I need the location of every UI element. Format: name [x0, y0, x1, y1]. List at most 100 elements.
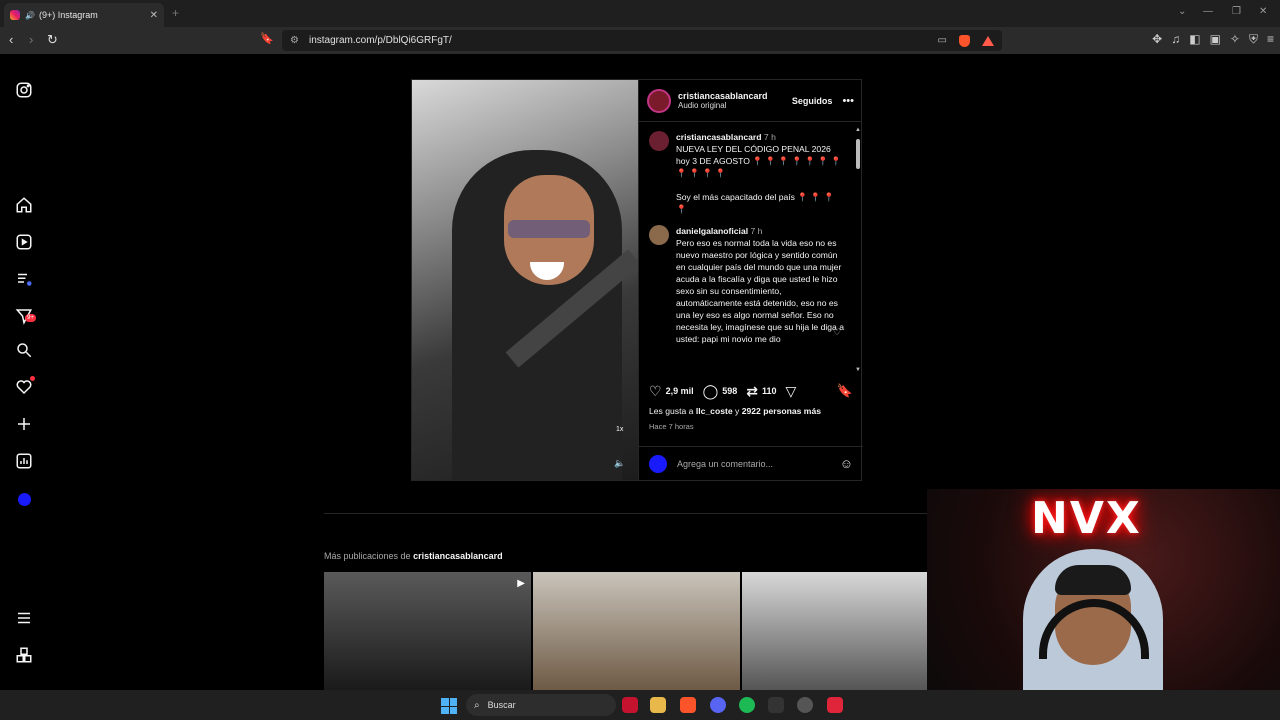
profile-avatar[interactable] [14, 489, 34, 509]
new-tab-button[interactable]: + [172, 6, 179, 20]
comment-time: 7 h [750, 226, 763, 236]
post-time: Hace 7 horas [649, 422, 694, 431]
comment-text: NUEVA LEY DEL CÓDIGO PENAL 2026 hoy 3 DE… [676, 144, 842, 178]
more-options-icon[interactable]: ••• [842, 95, 854, 107]
taskbar-search[interactable]: ⌕ Buscar [466, 694, 616, 716]
vpn-icon[interactable]: ⛨ [1249, 32, 1258, 47]
brave-shields-icon[interactable] [959, 34, 970, 47]
comment-bubble-icon[interactable]: ◯ [703, 383, 719, 400]
reel-video[interactable]: 1x 🔈 [412, 80, 638, 480]
comment-text: Pero eso es normal toda la vida eso no e… [676, 238, 845, 344]
post-panel: cristiancasablancard Audio original Segu… [638, 80, 863, 480]
tab-instagram[interactable]: 🔊 (9+) Instagram ✕ [4, 3, 164, 27]
notification-badge: 9+ [25, 314, 36, 322]
neon-sign: NVX [1031, 493, 1142, 544]
comment-text-2: Soy el más capacitado del país 📍 📍 📍 📍 [676, 192, 835, 214]
comment-item: cristiancasablancard 7 h NUEVA LEY DEL C… [649, 131, 845, 215]
author-username[interactable]: cristiancasablancard [678, 91, 768, 101]
also-from-meta-icon[interactable] [14, 645, 34, 665]
comment-like-icon[interactable]: ♡ [833, 327, 841, 338]
comment-time: 7 h [763, 132, 776, 142]
likes-count[interactable]: 2,9 mil [666, 386, 694, 396]
close-window-icon[interactable]: ✕ [1259, 6, 1267, 17]
author-avatar[interactable] [647, 88, 671, 113]
divider [324, 513, 927, 514]
app-icon[interactable] [768, 697, 784, 713]
comment-username[interactable]: cristiancasablancard [676, 132, 762, 142]
playback-speed-button[interactable]: 1x [616, 426, 623, 433]
tab-search-icon[interactable]: ⌄ [1178, 6, 1186, 17]
share-icon[interactable]: ▽ [786, 383, 797, 400]
repost-icon[interactable]: ⇄ [746, 383, 758, 400]
minimize-icon[interactable]: — [1203, 6, 1213, 17]
search-icon[interactable] [14, 340, 34, 360]
comment-input[interactable]: Agrega un comentario... [677, 459, 773, 469]
menu-icon[interactable]: ≡ [1267, 32, 1274, 47]
comment-avatar[interactable] [649, 225, 669, 245]
windows-start-icon[interactable] [441, 698, 457, 714]
comments-list[interactable]: cristiancasablancard 7 h NUEVA LEY DEL C… [639, 123, 855, 373]
reels-icon[interactable] [14, 232, 34, 252]
post-header: cristiancasablancard Audio original Segu… [639, 80, 862, 122]
more-posts-user[interactable]: cristiancasablancard [413, 551, 503, 561]
home-icon[interactable] [14, 195, 34, 215]
leo-ai-icon[interactable]: ✧ [1230, 32, 1240, 47]
streamer-webcam: NVX [927, 489, 1280, 720]
save-bookmark-icon[interactable]: 🔖 [837, 383, 853, 399]
youtube-icon[interactable] [622, 697, 638, 713]
spotify-icon[interactable] [739, 697, 755, 713]
notification-dot [30, 376, 35, 381]
create-plus-icon[interactable] [14, 414, 34, 434]
feed-icon[interactable] [14, 269, 34, 289]
emoji-icon[interactable]: ☺ [840, 456, 853, 471]
more-posts-heading: Más publicaciones de cristiancasablancar… [324, 551, 503, 561]
reload-icon[interactable]: ↻ [47, 32, 58, 48]
comment-username[interactable]: danielgalanoficial [676, 226, 748, 236]
brave-rewards-icon[interactable] [982, 35, 994, 46]
obs-icon[interactable] [797, 697, 813, 713]
brave-icon[interactable] [680, 697, 696, 713]
extensions-icon[interactable]: ✥ [1152, 32, 1162, 47]
url-text: instagram.com/p/DblQi6GRFgT/ [308, 35, 452, 46]
music-icon[interactable]: ♫ [1171, 32, 1180, 47]
liked-by-user[interactable]: llc_coste [696, 406, 733, 416]
volume-icon[interactable]: 🔈 [614, 458, 625, 469]
comments-count[interactable]: 598 [722, 386, 737, 396]
audio-playing-icon[interactable]: 🔊 [25, 11, 35, 20]
close-tab-icon[interactable]: ✕ [150, 10, 158, 21]
address-bar[interactable]: ⚙ instagram.com/p/DblQi6GRFgT/ ▭ [282, 30, 1002, 51]
more-post-thumbnail[interactable] [742, 572, 927, 690]
bookmark-icon[interactable]: 🔖 [260, 32, 274, 45]
cast-icon[interactable]: ▭ [938, 35, 947, 46]
more-menu-icon[interactable] [14, 608, 34, 628]
recording-app-icon[interactable] [827, 697, 843, 713]
site-info-icon[interactable]: ⚙ [290, 35, 299, 46]
following-button[interactable]: Seguidos [792, 96, 833, 106]
add-comment-bar[interactable]: Agrega un comentario... ☺ [639, 446, 863, 480]
user-avatar [649, 454, 667, 473]
liked-by[interactable]: Les gusta a llc_coste y 2922 personas má… [649, 406, 853, 416]
more-post-thumbnail[interactable]: ▶ [324, 572, 531, 690]
reel-icon: ▶ [517, 578, 525, 589]
instagram-logo-icon[interactable] [14, 80, 34, 100]
liked-by-rest[interactable]: 2922 personas más [742, 406, 821, 416]
reposts-count[interactable]: 110 [762, 386, 777, 396]
wallet-icon[interactable]: ▣ [1210, 32, 1221, 47]
like-heart-icon[interactable]: ♡ [649, 383, 662, 400]
back-icon[interactable]: ‹ [9, 32, 13, 47]
forward-icon[interactable]: › [29, 32, 33, 47]
comments-scrollbar[interactable]: ▲ ▼ [855, 127, 861, 373]
messages-icon[interactable]: 9+ [14, 306, 36, 326]
restore-icon[interactable]: ❐ [1232, 6, 1241, 17]
post-view: 1x 🔈 cristiancasablancard Audio original… [411, 79, 863, 481]
notifications-heart-icon[interactable] [14, 376, 35, 397]
dashboard-icon[interactable] [14, 451, 34, 471]
discord-icon[interactable] [710, 697, 726, 713]
comment-avatar[interactable] [649, 131, 669, 151]
post-actions: ♡ 2,9 mil ◯ 598 ⇄ 110 ▽ 🔖 Les gusta a llc_c… [639, 380, 863, 432]
more-post-thumbnail[interactable] [533, 572, 740, 690]
tab-title: (9+) Instagram [38, 10, 98, 20]
audio-label[interactable]: Audio original [678, 101, 768, 110]
file-explorer-icon[interactable] [650, 697, 666, 713]
sidebar-icon[interactable]: ◧ [1189, 32, 1200, 47]
